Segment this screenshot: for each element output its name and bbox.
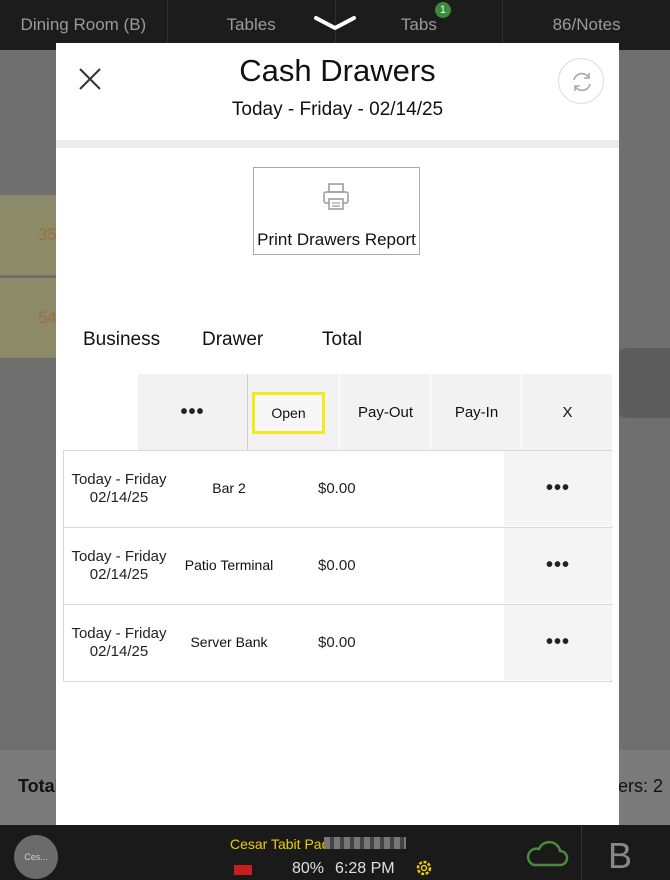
header-divider (56, 140, 619, 148)
background-right-text: ers: 2 (618, 776, 664, 796)
row-more-button[interactable]: ••• (504, 528, 612, 603)
drawers-table: Today - Friday 02/14/25 Bar 2 $0.00 ••• T… (63, 450, 612, 682)
table-row[interactable]: Today - Friday 02/14/25 Server Bank $0.00… (64, 605, 612, 681)
actions-spacer (63, 374, 138, 450)
status-separator (581, 825, 582, 880)
drawer-total: $0.00 (318, 557, 356, 574)
drawer-name: Patio Terminal (184, 557, 274, 573)
status-bar: Ces... Cesar Tabit Pad 80% 6:28 PM B (0, 825, 670, 880)
pay-out-button[interactable]: Pay-Out (339, 374, 431, 450)
column-header-business: Business (83, 329, 161, 350)
drawer-total: $0.00 (318, 480, 356, 497)
print-drawers-report-label: Print Drawers Report (257, 230, 416, 249)
refresh-button[interactable] (558, 58, 604, 104)
device-name: Cesar Tabit Pad (230, 836, 330, 852)
table-row[interactable]: Today - Friday 02/14/25 Bar 2 $0.00 ••• (64, 451, 612, 528)
drawer-name: Server Bank (190, 634, 268, 650)
tabs-count-badge: 1 (434, 2, 451, 18)
actions-more-button[interactable]: ••• (138, 374, 248, 450)
battery-level: 80% (292, 860, 325, 877)
avatar[interactable]: Ces... (14, 835, 58, 879)
background-table-row: 54 (0, 278, 60, 358)
print-drawers-report-button[interactable]: Print Drawers Report (253, 167, 420, 255)
x-report-button[interactable]: X (521, 374, 613, 450)
modal-title: Cash Drawers (239, 53, 436, 88)
drawer-actions-bar: ••• Pay-Out Pay-In X (63, 374, 612, 450)
open-drawer-button[interactable]: Open (252, 392, 325, 434)
row-more-button[interactable]: ••• (504, 605, 612, 680)
row-more-button[interactable]: ••• (504, 451, 612, 526)
drawer-total: $0.00 (318, 634, 356, 651)
business-date: Today - Friday 02/14/25 (71, 548, 167, 583)
printer-icon (323, 183, 349, 210)
table-row[interactable]: Today - Friday 02/14/25 Patio Terminal $0… (64, 528, 612, 605)
pay-in-button[interactable]: Pay-In (430, 374, 522, 450)
refresh-icon (573, 72, 591, 92)
gear-icon[interactable] (414, 858, 434, 878)
modal-subtitle: Today - Friday - 02/14/25 (231, 99, 444, 120)
background-table-row: 35 (0, 195, 60, 275)
background-total-label: Total (18, 776, 60, 796)
brand-letter: B (608, 835, 633, 876)
card-icon (234, 865, 252, 875)
business-date: Today - Friday 02/14/25 (71, 625, 167, 660)
column-header-drawer: Drawer (202, 329, 264, 350)
column-header-total: Total (322, 329, 363, 350)
clock: 6:28 PM (335, 860, 395, 877)
drawer-name: Bar 2 (212, 480, 246, 496)
business-date: Today - Friday 02/14/25 (71, 471, 167, 506)
redacted-text (324, 837, 406, 849)
filter-icon (615, 348, 670, 418)
cash-drawers-modal: Cash Drawers Today - Friday - 02/14/25 P… (56, 43, 619, 825)
cloud-icon (526, 840, 569, 867)
chevron-down-icon[interactable] (312, 12, 358, 34)
